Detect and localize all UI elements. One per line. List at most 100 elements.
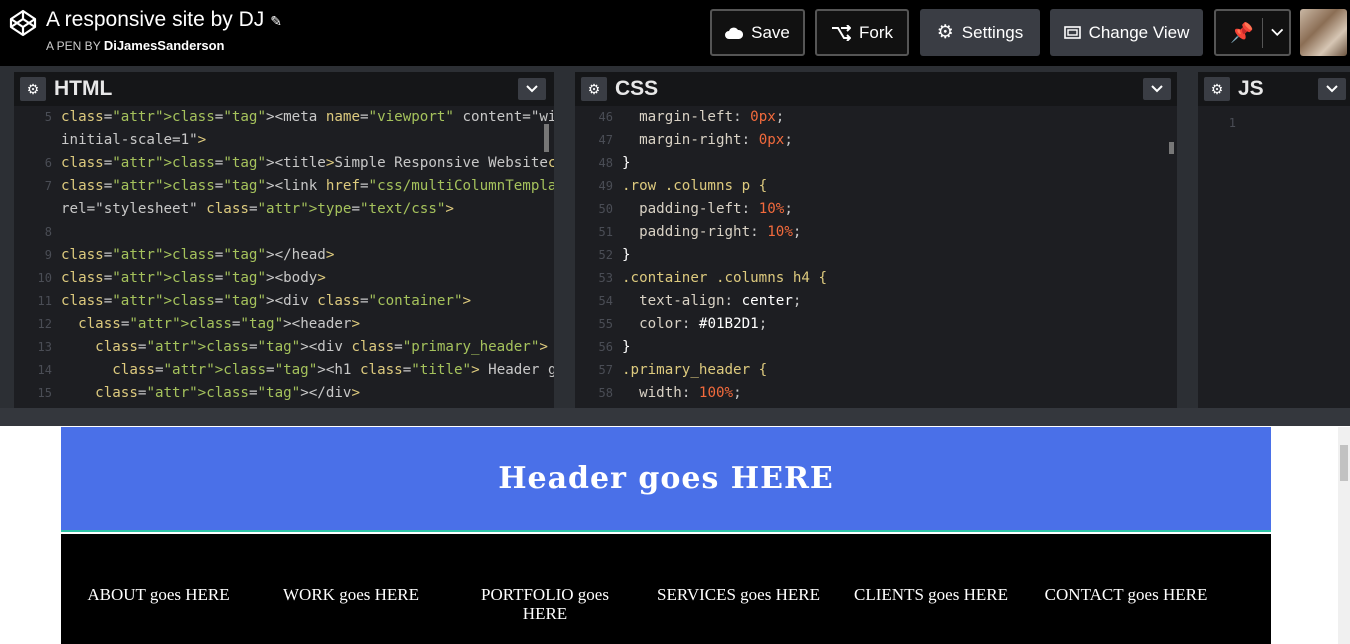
code-line[interactable]: 58 width: 100%; xyxy=(575,382,1177,405)
preview-scrollbar-thumb[interactable] xyxy=(1340,445,1348,481)
fork-button[interactable]: Fork xyxy=(815,9,909,56)
css-editor[interactable]: ⚙ CSS 46 margin-left: 0px; 47 margin-righ… xyxy=(575,72,1177,408)
code-line[interactable]: 5 class="attr">class="tag"><meta name="vi… xyxy=(14,106,554,129)
line-number: 13 xyxy=(37,340,52,354)
code-text: .container .columns h4 { xyxy=(622,270,827,286)
change-view-label: Change View xyxy=(1088,22,1190,42)
nav-item-services[interactable]: SERVICES goes HERE xyxy=(646,585,831,604)
line-number: 12 xyxy=(37,317,52,331)
code-text: } xyxy=(622,339,631,355)
line-number: 53 xyxy=(598,271,613,285)
line-number: 11 xyxy=(37,294,52,308)
code-line[interactable]: 49 .row .columns p { xyxy=(575,175,1177,198)
code-line[interactable]: 51 padding-right: 10%; xyxy=(575,221,1177,244)
code-text: padding-left: 10%; xyxy=(639,201,793,217)
code-line[interactable]: 1 xyxy=(1198,112,1350,135)
css-editor-title: CSS xyxy=(615,77,659,100)
css-editor-header: ⚙ CSS xyxy=(575,72,1177,106)
save-button[interactable]: Save xyxy=(710,9,805,56)
code-line[interactable]: 14 class="attr">class="tag"><h1 class="t… xyxy=(14,359,554,382)
css-code[interactable]: 46 margin-left: 0px; 47 margin-right: 0px… xyxy=(575,106,1177,405)
gear-icon[interactable]: ⚙ xyxy=(20,77,46,101)
pen-by-prefix: A PEN BY xyxy=(46,39,101,53)
line-number: 5 xyxy=(44,110,52,124)
editor-area: ⚙ HTML 5 class="attr">class="tag"><meta n… xyxy=(0,66,1350,408)
nav-item-contact[interactable]: CONTACT goes HERE xyxy=(1031,585,1221,604)
code-line[interactable]: 11 class="attr">class="tag"><div class="c… xyxy=(14,290,554,313)
html-editor-title: HTML xyxy=(54,77,113,100)
code-text: margin-left: 0px; xyxy=(639,109,785,125)
line-number: 52 xyxy=(598,248,613,262)
code-line[interactable]: 52} xyxy=(575,244,1177,267)
chevron-down-icon xyxy=(1151,85,1163,93)
code-text: class="attr">class="tag"></head> xyxy=(61,247,335,263)
author-link[interactable]: DiJamesSanderson xyxy=(104,38,225,53)
preview-scrollbar[interactable] xyxy=(1338,427,1350,644)
pencil-icon[interactable]: ✎ xyxy=(270,13,282,29)
code-line[interactable]: 55 color: #01B2D1; xyxy=(575,313,1177,336)
line-number: 47 xyxy=(598,133,613,147)
code-line[interactable]: 57 .primary_header { xyxy=(575,359,1177,382)
js-editor[interactable]: ⚙ JS 1 xyxy=(1198,72,1350,408)
chevron-down-icon[interactable] xyxy=(1270,28,1283,37)
css-collapse-button[interactable] xyxy=(1143,78,1171,100)
code-line[interactable]: 6 class="attr">class="tag"><title>Simple … xyxy=(14,152,554,175)
chevron-down-icon xyxy=(1326,85,1338,93)
html-code[interactable]: 5 class="attr">class="tag"><meta name="vi… xyxy=(14,106,554,405)
html-collapse-button[interactable] xyxy=(518,78,546,100)
avatar[interactable] xyxy=(1300,9,1347,56)
pin-icon[interactable]: 📌 xyxy=(1230,21,1254,45)
chevron-down-icon xyxy=(526,85,538,93)
pen-title-text[interactable]: A responsive site by DJ xyxy=(46,8,264,31)
js-collapse-button[interactable] xyxy=(1318,78,1346,100)
code-line[interactable]: 50 padding-left: 10%; xyxy=(575,198,1177,221)
save-label: Save xyxy=(751,22,790,42)
nav-item-about[interactable]: ABOUT goes HERE xyxy=(71,585,246,604)
html-scrollbar[interactable] xyxy=(544,124,549,152)
code-line[interactable]: 48} xyxy=(575,152,1177,175)
code-text: .primary_header { xyxy=(622,362,768,378)
code-line[interactable]: 10 class="attr">class="tag"><body> xyxy=(14,267,554,290)
code-line[interactable]: 12 class="attr">class="tag"><header> xyxy=(14,313,554,336)
code-line[interactable]: 9 class="attr">class="tag"></head> xyxy=(14,244,554,267)
line-number: 10 xyxy=(37,271,52,285)
line-number: 56 xyxy=(598,340,613,354)
preview-resize-bar[interactable] xyxy=(0,408,1350,426)
line-number: 9 xyxy=(44,248,52,262)
gear-icon[interactable]: ⚙ xyxy=(1204,77,1230,101)
gear-icon[interactable]: ⚙ xyxy=(581,77,607,101)
line-number: 50 xyxy=(598,202,613,216)
nav-item-portfolio[interactable]: PORTFOLIO goes HERE xyxy=(465,585,625,623)
line-number: 1 xyxy=(1228,116,1236,130)
fork-icon xyxy=(832,24,851,41)
nav-item-clients[interactable]: CLIENTS goes HERE xyxy=(843,585,1019,604)
css-scrollbar[interactable] xyxy=(1169,142,1174,154)
code-line[interactable]: 15 class="attr">class="tag"></div> xyxy=(14,382,554,405)
pen-author-line: A PEN BY DiJamesSanderson xyxy=(46,38,225,53)
code-line[interactable]: 13 class="attr">class="tag"><div class="… xyxy=(14,336,554,359)
js-code[interactable]: 1 xyxy=(1198,106,1350,135)
line-number: 46 xyxy=(598,110,613,124)
html-editor[interactable]: ⚙ HTML 5 class="attr">class="tag"><meta n… xyxy=(14,72,554,408)
primary-header: Header goes HERE xyxy=(61,427,1271,532)
code-line[interactable]: 54 text-align: center; xyxy=(575,290,1177,313)
code-text: class="attr">class="tag"><div class="pri… xyxy=(95,339,548,355)
pen-title[interactable]: A responsive site by DJ ✎ xyxy=(46,8,282,32)
code-line[interactable]: 7 class="attr">class="tag"><link href="cs… xyxy=(14,175,554,198)
code-line[interactable]: 47 margin-right: 0px; xyxy=(575,129,1177,152)
code-text: class="attr">class="tag"><meta name="vie… xyxy=(61,109,554,125)
nav-item-work[interactable]: WORK goes HERE xyxy=(265,585,437,604)
code-line[interactable]: 56} xyxy=(575,336,1177,359)
change-view-button[interactable]: Change View xyxy=(1050,9,1203,56)
nav-bar: ABOUT goes HERE WORK goes HERE PORTFOLIO… xyxy=(61,534,1271,644)
code-text: class="attr">class="tag"><div class="con… xyxy=(61,293,472,309)
code-line[interactable]: 46 margin-left: 0px; xyxy=(575,106,1177,129)
settings-button[interactable]: ⚙ Settings xyxy=(920,9,1040,56)
code-line[interactable]: rel="stylesheet" class="attr">type="text… xyxy=(14,198,554,221)
code-line[interactable]: initial-scale=1"> xyxy=(14,129,554,152)
pin-button[interactable]: 📌 xyxy=(1214,9,1291,56)
codepen-logo-icon[interactable] xyxy=(8,8,38,38)
code-line[interactable]: 8 xyxy=(14,221,554,244)
code-line[interactable]: 53 .container .columns h4 { xyxy=(575,267,1177,290)
